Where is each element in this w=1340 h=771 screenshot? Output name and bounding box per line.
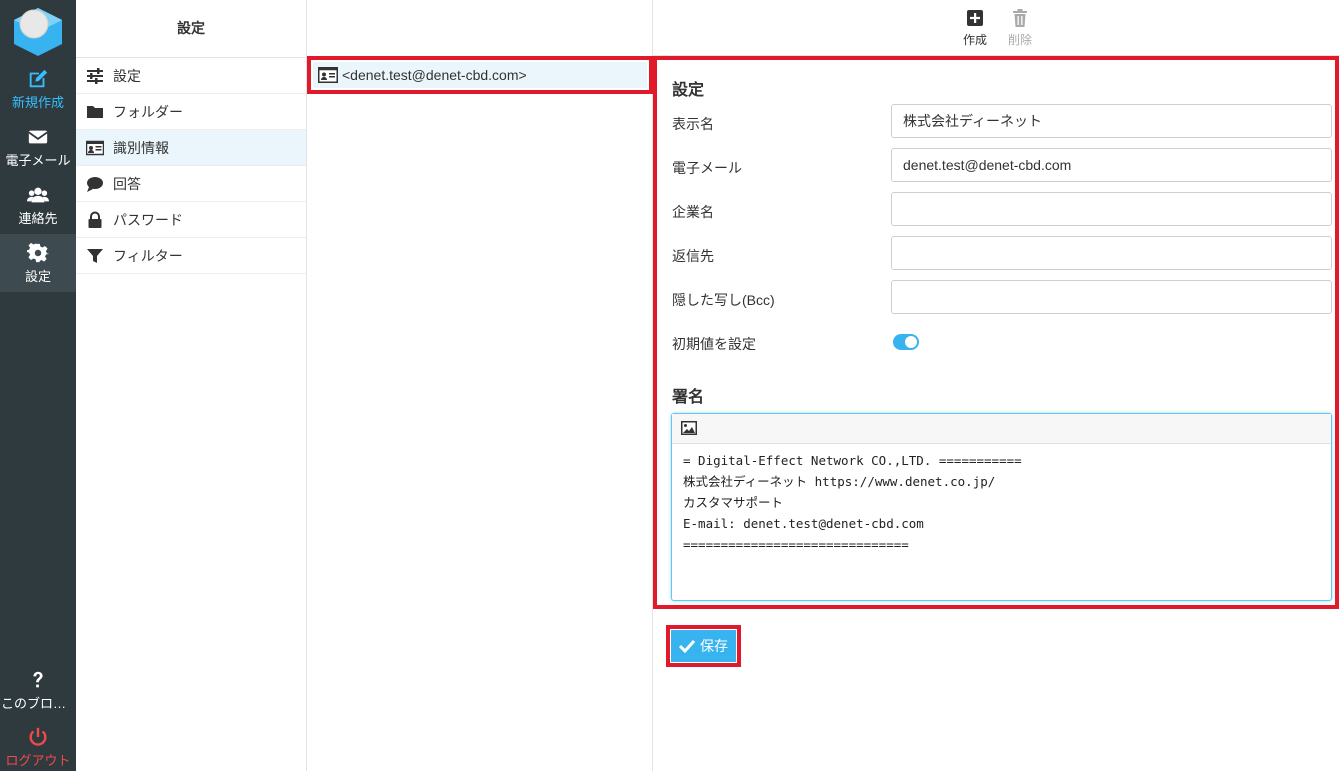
reply-to-field[interactable] — [891, 236, 1332, 270]
nav-item-responses[interactable]: 回答 — [76, 166, 306, 202]
trash-icon — [1013, 9, 1027, 27]
nav-item-label: 回答 — [113, 175, 141, 192]
save-button-frame: 保存 — [666, 625, 741, 667]
bcc-label: 隠した写し(Bcc) — [672, 292, 775, 308]
organization-label: 企業名 — [672, 204, 714, 220]
display-name-field[interactable]: 株式会社ディーネット — [891, 104, 1332, 138]
identity-item[interactable]: <denet.test@denet-cbd.com> — [307, 56, 653, 94]
identity-form: 設定 表示名 株式会社ディーネット 電子メール denet.test@denet… — [653, 56, 1339, 609]
save-button[interactable]: 保存 — [671, 630, 736, 662]
nav-item-preferences[interactable]: 設定 — [76, 58, 306, 94]
rail-contacts-label: 連絡先 — [18, 211, 58, 226]
nav-item-identities[interactable]: 識別情報 — [76, 130, 306, 166]
email-label: 電子メール — [672, 160, 742, 176]
nav-item-filters[interactable]: フィルター — [76, 238, 306, 274]
sliders-icon — [87, 67, 103, 84]
bcc-field[interactable] — [891, 280, 1332, 314]
delete-button[interactable]: 削除 — [1000, 6, 1040, 48]
rail-logout[interactable]: ログアウト — [0, 718, 76, 771]
delete-label: 削除 — [1007, 33, 1032, 47]
signature-line: E-mail: denet.test@denet-cbd.com — [683, 516, 924, 531]
compose-icon — [29, 69, 48, 88]
folder-icon — [87, 105, 103, 118]
lock-icon — [88, 211, 102, 228]
set-default-toggle[interactable] — [893, 334, 919, 350]
rail-contacts[interactable]: 連絡先 — [0, 176, 76, 234]
identities-list-header — [307, 0, 652, 58]
nav-item-label: フォルダー — [113, 103, 183, 120]
signature-toolbar — [672, 414, 1331, 444]
signature-line: カスタマサポート — [683, 495, 784, 510]
id-card-icon — [318, 67, 338, 83]
identity-label: <denet.test@denet-cbd.com> — [342, 67, 527, 83]
nav-item-label: 識別情報 — [113, 139, 169, 156]
envelope-icon — [28, 130, 48, 144]
plus-square-icon — [967, 10, 983, 26]
set-default-label: 初期値を設定 — [672, 336, 756, 352]
speech-bubble-icon — [87, 176, 103, 192]
power-icon — [29, 727, 47, 746]
rail-about[interactable]: このブログ... — [0, 661, 76, 719]
users-icon — [27, 187, 49, 203]
rail-compose[interactable]: 新規作成 — [0, 60, 76, 118]
signature-line: ============================== — [683, 537, 909, 552]
rail-compose-label: 新規作成 — [11, 95, 64, 110]
rail-settings-label: 設定 — [24, 269, 51, 284]
settings-nav: 設定 設定 フォルダー 識別情報 回答 パスワード フィルター — [76, 0, 307, 771]
identity-item-inner: <denet.test@denet-cbd.com> — [313, 62, 647, 88]
check-icon — [679, 639, 695, 653]
funnel-icon — [87, 248, 103, 263]
rail-about-label: このブログ... — [1, 696, 76, 711]
nav-item-label: フィルター — [113, 247, 183, 264]
signature-section-title: 署名 — [672, 389, 705, 406]
organization-field[interactable] — [891, 192, 1332, 226]
signature-line: = Digital-Effect Network CO.,LTD. ======… — [683, 453, 1022, 468]
toolbar: 作成 削除 — [653, 0, 1340, 56]
id-card-icon — [86, 140, 104, 155]
gear-icon — [27, 242, 49, 263]
rail-mail-label: 電子メール — [5, 153, 71, 168]
image-icon[interactable] — [681, 421, 697, 435]
rail-logout-label: ログアウト — [5, 753, 71, 768]
create-button[interactable]: 作成 — [955, 6, 995, 48]
nav-item-label: 設定 — [113, 67, 141, 84]
rail-settings[interactable]: 設定 — [0, 234, 76, 292]
rail-mail[interactable]: 電子メール — [0, 118, 76, 176]
identity-editor: 作成 削除 設定 表示名 株式会社ディーネット 電子メール denet.test… — [653, 0, 1340, 771]
app-rail: 新規作成 電子メール 連絡先 設定 このブログ... ログアウト — [0, 0, 76, 771]
signature-line: 株式会社ディーネット https://www.denet.co.jp/ — [683, 474, 996, 489]
display-name-label: 表示名 — [672, 116, 714, 132]
question-icon — [33, 671, 43, 688]
nav-item-password[interactable]: パスワード — [76, 202, 306, 238]
app-logo — [14, 8, 62, 56]
reply-to-label: 返信先 — [672, 248, 714, 264]
signature-editor[interactable]: = Digital-Effect Network CO.,LTD. ======… — [671, 413, 1332, 601]
signature-text[interactable]: = Digital-Effect Network CO.,LTD. ======… — [672, 444, 1331, 561]
create-label: 作成 — [962, 33, 987, 47]
email-field[interactable]: denet.test@denet-cbd.com — [891, 148, 1332, 182]
identities-list: <denet.test@denet-cbd.com> — [307, 0, 653, 771]
settings-nav-title: 設定 — [76, 0, 306, 58]
nav-item-label: パスワード — [113, 211, 183, 228]
nav-item-folders[interactable]: フォルダー — [76, 94, 306, 130]
settings-section-title: 設定 — [672, 82, 705, 99]
save-label: 保存 — [700, 638, 728, 654]
